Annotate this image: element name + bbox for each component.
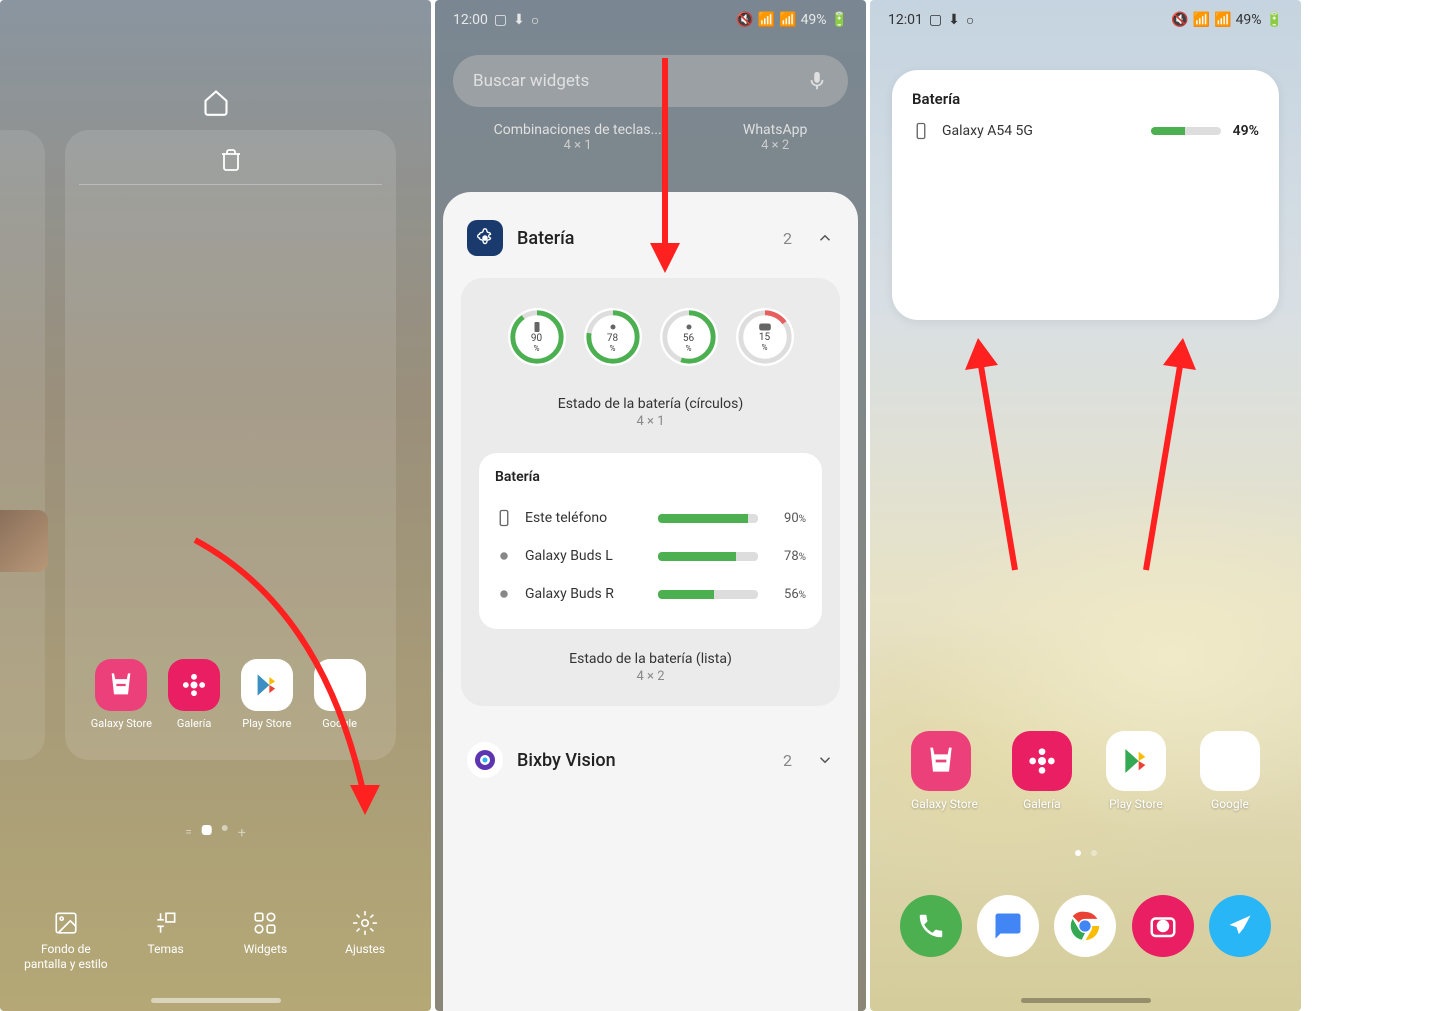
annotation-arrow [960,330,1030,580]
circle-bud-r: 56% [660,308,718,366]
widgets-button[interactable]: Widgets [220,910,310,971]
dock-chrome[interactable] [1054,895,1116,957]
circle-case: 15% [736,308,794,366]
page-indicator [1075,850,1097,856]
app-play-store[interactable]: Play Store [1106,731,1166,811]
screen-home-edit: Galaxy Store Galería Play Store Google =… [0,0,431,1011]
edit-toolbar: Fondo de pantalla y estilo Temas Widgets… [0,910,431,971]
mic-icon[interactable] [806,70,828,92]
search-placeholder: Buscar widgets [473,71,806,91]
phone-icon [495,509,513,527]
battery-pct: 49% [1236,12,1262,28]
battery-circles: 90% 78% 56% 15% [479,308,822,366]
list-row-phone: Este teléfono 90% [495,499,806,537]
image-icon: ▢ [494,12,507,28]
status-time: 12:00 [453,12,488,28]
widget-circles-preview[interactable]: 90% 78% 56% 15% Estado de la batería (cí… [461,278,840,706]
list-row-bud-r: Galaxy Buds R 56% [495,575,806,613]
annotation-arrow [1131,330,1201,580]
search-input[interactable]: Buscar widgets [453,55,848,107]
dock-telegram[interactable] [1209,895,1271,957]
chevron-down-icon [816,751,834,769]
dock-phone[interactable] [900,895,962,957]
home-page-preview[interactable]: Galaxy Store Galería Play Store Google [65,130,396,760]
category-battery-header[interactable]: Batería 2 [461,210,840,266]
app-play-store[interactable]: Play Store [233,659,301,730]
battery-pct: 49% [801,12,827,28]
themes-button[interactable]: Temas [121,910,211,971]
app-galaxy-store[interactable]: Galaxy Store [87,659,155,730]
app-galaxy-store[interactable]: Galaxy Store [911,731,978,811]
widget-list-preview[interactable]: Batería Este teléfono 90% Galaxy Buds L … [479,453,822,629]
screen-home-with-widget: 12:01 ▢ ⬇ ○ 🔇 📶 📶 49% 🔋 Batería Galaxy A… [870,0,1301,1011]
prev-page-peek[interactable] [0,130,45,760]
screen-widget-picker: 12:00 ▢ ⬇ ○ 🔇 📶 📶 49% 🔋 Buscar widgets C… [435,0,866,1011]
app-galeria[interactable]: Galería [1012,731,1072,811]
earbud-icon [495,585,513,603]
widgets-icon [252,910,278,936]
widget-category-sheet: Batería 2 90% 78% 56% [443,192,858,1011]
circle-bud-l: 78% [584,308,642,366]
app-galeria[interactable]: Galería [160,659,228,730]
settings-app-icon [467,220,503,256]
nav-bar[interactable] [151,998,281,1003]
home-app-row: Galaxy Store Galería Play Store Google [894,731,1277,811]
divider [79,184,382,185]
wifi-icon: 📶 [758,12,775,28]
page-indicator: = + [185,825,246,841]
suggestion-keyboard[interactable]: Combinaciones de teclas... 4 × 1 [494,122,662,153]
photo-widget-peek [0,510,48,572]
brush-icon [153,910,179,936]
suggestion-whatsapp[interactable]: WhatsApp 4 × 2 [743,122,807,153]
phone-icon [912,122,930,140]
gear-icon [352,910,378,936]
signal-icon: 📶 [1214,12,1231,28]
whatsapp-icon: ○ [531,12,539,29]
image-icon: ▢ [929,12,942,28]
list-row-bud-l: Galaxy Buds L 78% [495,537,806,575]
widget-suggestions: Combinaciones de teclas... 4 × 1 WhatsAp… [453,122,848,153]
dock [892,881,1279,971]
dock-camera[interactable] [1132,895,1194,957]
settings-button[interactable]: Ajustes [320,910,410,971]
earbud-icon [495,547,513,565]
wallpaper-button[interactable]: Fondo de pantalla y estilo [21,910,111,971]
mute-icon: 🔇 [1171,12,1188,28]
widget-device-row: Galaxy A54 5G 49% [912,122,1259,140]
save-icon: ⬇ [513,12,525,28]
category-bixby-header[interactable]: Bixby Vision 2 [461,726,840,778]
battery-widget[interactable]: Batería Galaxy A54 5G 49% [892,70,1279,320]
trash-icon[interactable] [219,148,243,172]
chevron-up-icon [816,229,834,247]
battery-icon: 🔋 [1266,12,1283,28]
save-icon: ⬇ [948,12,960,28]
wifi-icon: 📶 [1193,12,1210,28]
app-google-folder[interactable]: Google [1200,731,1260,811]
mute-icon: 🔇 [736,12,753,28]
battery-icon: 🔋 [831,12,848,28]
app-google-folder[interactable]: Google [306,659,374,730]
image-icon [53,910,79,936]
signal-icon: 📶 [779,12,796,28]
home-icon[interactable] [202,88,230,116]
status-bar: 12:01 ▢ ⬇ ○ 🔇 📶 📶 49% 🔋 [870,0,1301,40]
circle-phone: 90% [508,308,566,366]
dock-messages[interactable] [977,895,1039,957]
status-time: 12:01 [888,12,923,28]
preview-app-row: Galaxy Store Galería Play Store Google [85,659,376,730]
bixby-icon [467,742,503,778]
whatsapp-icon: ○ [966,12,974,29]
status-bar: 12:00 ▢ ⬇ ○ 🔇 📶 📶 49% 🔋 [435,0,866,40]
nav-bar[interactable] [1021,998,1151,1003]
